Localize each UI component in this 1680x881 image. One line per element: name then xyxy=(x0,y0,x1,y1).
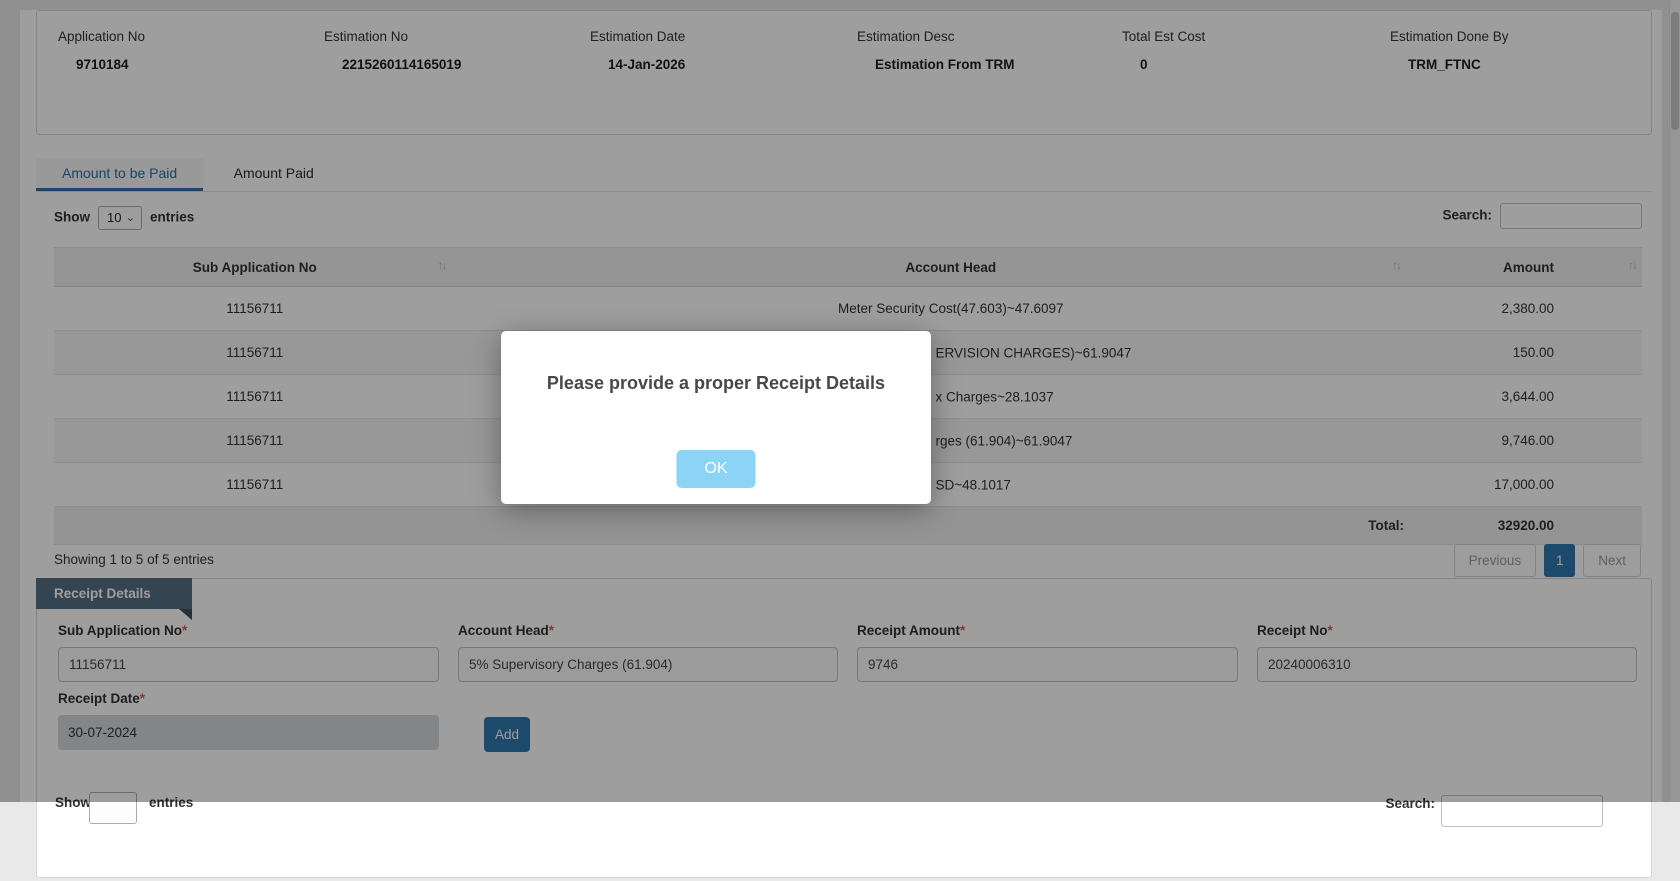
ok-button[interactable]: OK xyxy=(676,450,756,488)
receipt-table-controls-clipped: Show entries Search: xyxy=(37,791,1651,881)
alert-message: Please provide a proper Receipt Details xyxy=(546,373,886,393)
alert-dialog: Please provide a proper Receipt Details … xyxy=(501,331,931,504)
